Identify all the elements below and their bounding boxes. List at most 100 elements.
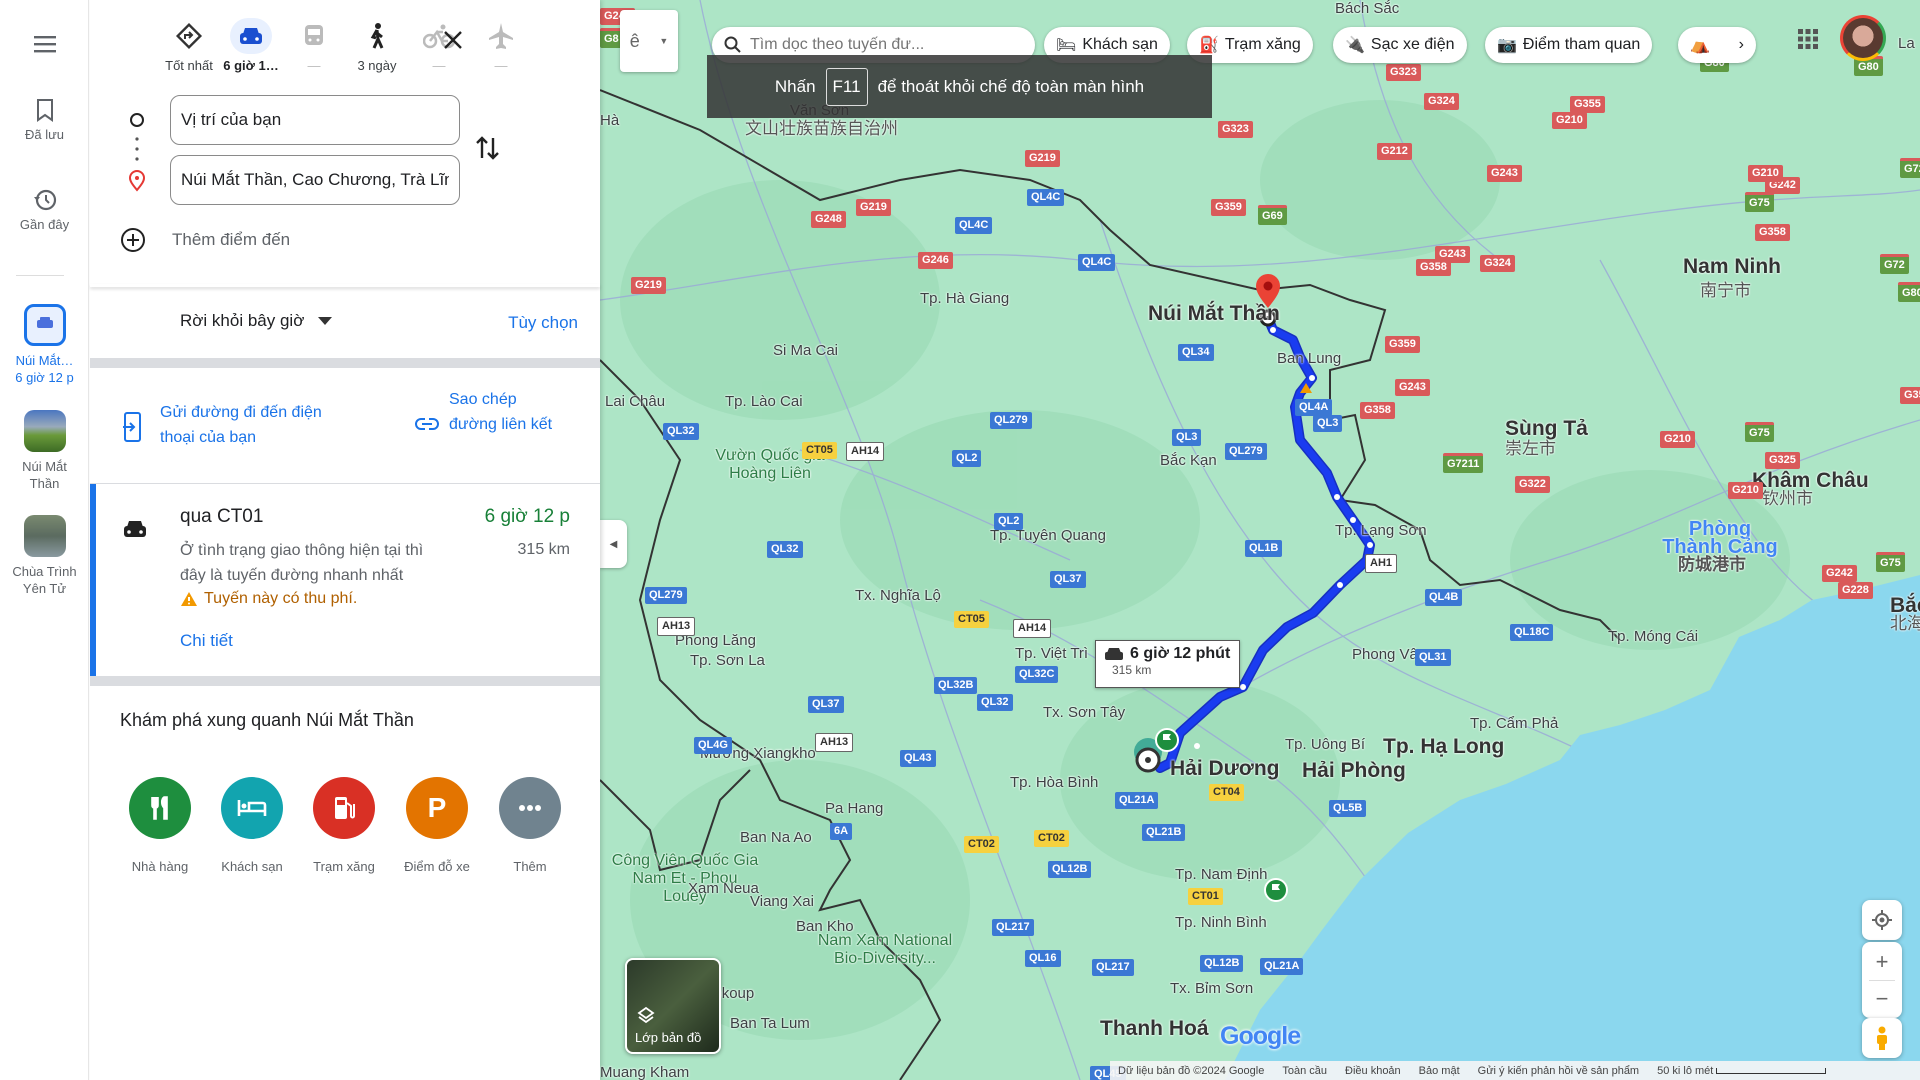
map-place-label[interactable]: Tp. Hà Giang (920, 290, 1009, 308)
zoom-in-button[interactable]: + (1876, 944, 1889, 980)
map-place-label[interactable]: Xam Neua (688, 880, 759, 898)
explore-restaurants[interactable]: Nhà hàng (115, 777, 205, 874)
avatar[interactable] (1840, 15, 1886, 61)
send-to-phone-button[interactable]: Gửi đường đi đến điện thoại của bạn (122, 400, 342, 450)
map-place-label[interactable]: Ban Ta Lum (730, 1015, 810, 1033)
road-shield: G246 (918, 252, 953, 269)
details-link[interactable]: Chi tiết (180, 628, 233, 653)
map-place-label[interactable]: Tp. Móng Cái (1608, 628, 1698, 646)
explore-gas-stations[interactable]: Trạm xăng (299, 777, 389, 874)
map-place-label[interactable]: Bách Sắc (1335, 0, 1399, 18)
send-to-phone-icon (123, 412, 141, 442)
explore-parking[interactable]: P Điểm đỗ xe (392, 777, 482, 874)
map-place-label[interactable]: Núi Mắt Thần (1148, 303, 1280, 324)
map-place-label[interactable]: 北海市 (1890, 615, 1920, 633)
place-thumbnail (23, 410, 66, 452)
map-place-label[interactable]: Viang Xai (750, 893, 814, 911)
chip-campground[interactable]: ⛺ › (1678, 27, 1756, 63)
map-place-label[interactable]: Tp. Nam Định (1175, 866, 1268, 884)
keyboard-layout-icon: ê (629, 30, 640, 51)
scale-bar[interactable]: 50 ki lô mét (1657, 1065, 1827, 1077)
copy-link-button[interactable]: Sao chép đường liên kết (415, 387, 555, 437)
map-place-label[interactable]: Tx. Bỉm Sơn (1170, 980, 1253, 998)
feedback-link[interactable]: Gửi ý kiến phản hồi về sản phẩm (1478, 1065, 1639, 1077)
map-place-label[interactable]: Thanh Hoá (1100, 1018, 1209, 1039)
recent-button[interactable]: Gần đây (0, 188, 89, 233)
road-shield: QL4C (1078, 254, 1116, 271)
map-place-label[interactable]: Tp. Lạng Sơn (1335, 522, 1427, 540)
map-place-label[interactable]: Hải Phòng (1302, 760, 1406, 781)
map-place-label[interactable]: 南宁市 (1700, 282, 1751, 300)
my-location-button[interactable] (1862, 900, 1902, 940)
mode-walking[interactable]: 3 ngày (346, 18, 408, 73)
chip-attractions[interactable]: 📷 Điểm tham quan (1485, 27, 1653, 63)
map-place-label[interactable]: Muang Kham (600, 1064, 689, 1080)
map-place-label[interactable]: Tp. Ninh Bình (1175, 914, 1267, 932)
explore-label: Điểm đỗ xe (404, 859, 470, 874)
chevron-right-icon[interactable]: › (1739, 36, 1744, 54)
terms-link[interactable]: Điều khoản (1345, 1065, 1401, 1077)
map-place-label[interactable]: Tp. Hạ Long (1383, 736, 1504, 757)
zoom-out-button[interactable]: − (1876, 981, 1889, 1017)
origin-input[interactable] (170, 95, 460, 145)
street-view-pegman[interactable] (1862, 1018, 1902, 1058)
rail-item-place[interactable]: Chùa Trình Yên Tử (0, 515, 89, 597)
map-place-label[interactable]: 防城港市 (1678, 556, 1746, 574)
map-place-label[interactable]: Ban Lung (1277, 350, 1341, 368)
swap-button[interactable] (473, 132, 503, 164)
map-place-label[interactable]: 文山壮族苗族自治州 (745, 120, 898, 138)
explore-hotels[interactable]: Khách sạn (207, 777, 297, 874)
input-method-selector[interactable]: ê ▼ (620, 10, 678, 72)
map-place-label[interactable]: Phòng Thành Cảng (1660, 519, 1780, 557)
map-place-label[interactable]: La (1898, 35, 1915, 53)
map-place-label[interactable]: Hải Dương (1170, 758, 1279, 779)
destination-input[interactable] (170, 155, 460, 205)
mode-flight[interactable]: — (470, 18, 532, 73)
menu-button[interactable] (0, 34, 89, 58)
map-place-label[interactable]: Nam Ninh (1683, 256, 1781, 277)
map-place-label[interactable]: Tx. Sơn Tây (1043, 704, 1125, 722)
map-place-label[interactable]: Tp. Việt Trì (1015, 645, 1088, 663)
map-place-label[interactable]: Sùng Tả (1505, 418, 1588, 439)
global-link[interactable]: Toàn cầu (1282, 1065, 1327, 1077)
map-place-label[interactable]: Tp. Hòa Bình (1010, 774, 1098, 792)
map-place-label[interactable]: 崇左市 (1505, 440, 1556, 458)
route-card[interactable]: qua CT01 6 giờ 12 p 315 km Ở tình trạng … (90, 484, 600, 676)
layers-button[interactable]: Lớp bản đồ (625, 958, 721, 1054)
map-place-label[interactable]: Lai Châu (605, 393, 665, 411)
map-place-label[interactable]: Khâm Châu (1752, 470, 1869, 491)
mode-driving[interactable]: 6 giờ 1… (220, 18, 282, 73)
map-place-label[interactable]: Nam Xam National Bio-Diversity... (810, 932, 960, 968)
depart-time-dropdown[interactable]: Rời khỏi bây giờ (180, 311, 333, 331)
privacy-link[interactable]: Bảo mật (1419, 1065, 1460, 1077)
saved-button[interactable]: Đã lưu (0, 98, 89, 143)
mode-best[interactable]: Tốt nhất (158, 18, 220, 73)
road-shield: QL32 (663, 423, 699, 440)
route-callout[interactable]: 6 giờ 12 phút 315 km (1095, 640, 1240, 688)
map-place-label[interactable]: Tp. Lào Cai (725, 393, 803, 411)
add-stop-button[interactable]: Thêm điểm đến (120, 227, 290, 253)
mode-transit[interactable]: — (283, 18, 345, 73)
map-place-label[interactable]: Tp. Cẩm Phả (1470, 715, 1558, 733)
map-place-label[interactable]: Bắc Hải (1890, 595, 1920, 616)
rail-item-place[interactable]: Núi Mắt Thần (0, 410, 89, 492)
map-place-label[interactable]: Pa Hang (825, 800, 883, 818)
map-place-label[interactable]: Hà (600, 112, 619, 130)
map-canvas[interactable]: Núi Mắt Thần Ban Lung Bắc Kạn Tp. Lạng Sơn P… (600, 0, 1920, 1080)
rail-item-route[interactable]: Núi Mắt… 6 giờ 12 p (0, 304, 89, 386)
options-link[interactable]: Tùy chọn (508, 310, 578, 335)
route-search-input[interactable] (750, 36, 1010, 54)
map-place-label[interactable]: Bắc Kạn (1160, 452, 1217, 470)
map-place-label[interactable]: 钦州市 (1762, 490, 1813, 508)
map-place-label[interactable]: Tx. Nghĩa Lộ (855, 587, 941, 605)
map-place-label[interactable]: Tp. Sơn La (690, 652, 765, 670)
explore-more[interactable]: Thêm (485, 777, 575, 874)
collapse-panel-button[interactable]: ◀ (600, 520, 627, 568)
apps-grid-icon[interactable] (1797, 28, 1819, 50)
road-shield: G210 (1552, 112, 1587, 129)
chip-ev-charging[interactable]: 🔌 Sạc xe điện (1333, 27, 1467, 63)
map-place-label[interactable]: Si Ma Cai (773, 342, 838, 360)
close-directions-button[interactable] (439, 26, 467, 54)
map-place-label[interactable]: Ban Na Ao (740, 829, 812, 847)
map-place-label[interactable]: Tp. Uông Bí (1285, 736, 1365, 754)
